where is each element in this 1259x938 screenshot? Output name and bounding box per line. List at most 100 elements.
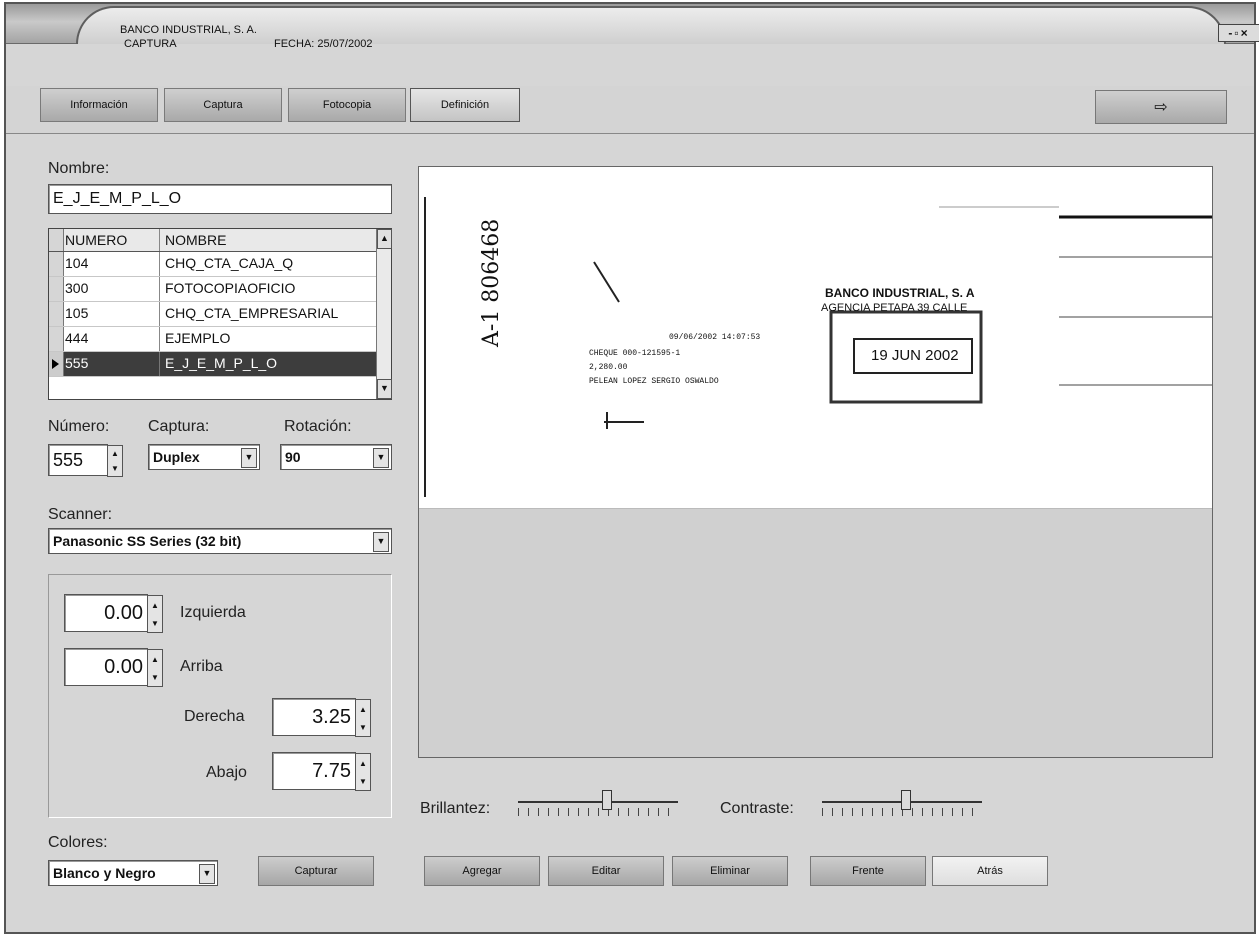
- captura-value: Duplex: [153, 449, 200, 465]
- screen-name: CAPTURA: [124, 38, 177, 50]
- table-row-selected[interactable]: 555 E_J_E_M_P_L_O: [49, 352, 379, 377]
- row-indicator: [49, 277, 64, 301]
- table-header: NUMERO NOMBRE: [49, 229, 379, 252]
- handwritten-number: A-1 806468: [479, 218, 504, 347]
- spin-up-icon[interactable]: ▲: [111, 449, 119, 458]
- tab-captura[interactable]: Captura: [164, 88, 282, 122]
- cell-numero: 300: [65, 280, 89, 296]
- table-row[interactable]: 104 CHQ_CTA_CAJA_Q: [49, 252, 379, 277]
- captura-select[interactable]: Duplex ▼: [148, 444, 260, 470]
- slider-thumb[interactable]: [602, 790, 612, 810]
- stamp-date: 19 JUN 2002: [871, 347, 959, 364]
- spin-up-icon[interactable]: ▲: [359, 705, 367, 714]
- rotacion-select[interactable]: 90 ▼: [280, 444, 392, 470]
- check-line-4: PELEAN LOPEZ SERGIO OSWALDO: [589, 377, 719, 386]
- abajo-value: 7.75: [312, 759, 351, 782]
- table-row[interactable]: 300 FOTOCOPIAOFICIO: [49, 277, 379, 302]
- check-line-1: 09/06/2002 14:07:53: [669, 333, 761, 342]
- brillantez-label: Brillantez:: [420, 800, 491, 817]
- eliminar-button[interactable]: Eliminar: [672, 856, 788, 886]
- agregar-button[interactable]: Agregar: [424, 856, 540, 886]
- cell-numero: 444: [65, 330, 89, 346]
- exit-icon: ⇨: [1154, 99, 1168, 116]
- capturar-button[interactable]: Capturar: [258, 856, 374, 886]
- row-indicator: [49, 229, 64, 251]
- cell-numero: 105: [65, 305, 89, 321]
- col-nombre[interactable]: NOMBRE: [165, 232, 226, 248]
- spin-up-icon[interactable]: ▲: [359, 759, 367, 768]
- derecha-label: Derecha: [184, 708, 245, 725]
- tab-definicion[interactable]: Definición: [410, 88, 520, 122]
- arriba-input[interactable]: 0.00 ▲ ▼: [64, 648, 163, 687]
- editar-button[interactable]: Editar: [548, 856, 664, 886]
- derecha-value: 3.25: [312, 705, 351, 728]
- scanner-label: Scanner:: [48, 506, 113, 523]
- table-row[interactable]: 444 EJEMPLO: [49, 327, 379, 352]
- slider-ticks: [518, 808, 678, 816]
- col-divider: [159, 302, 160, 326]
- contraste-slider[interactable]: [816, 788, 992, 822]
- row-indicator: [49, 327, 64, 351]
- spin-down-icon[interactable]: ▼: [111, 464, 119, 473]
- tab-informacion[interactable]: Información: [40, 88, 158, 122]
- row-pointer-icon: [49, 352, 64, 376]
- spin-down-icon[interactable]: ▼: [359, 777, 367, 786]
- slider-thumb[interactable]: [901, 790, 912, 810]
- contraste-label: Contraste:: [720, 800, 794, 817]
- izquierda-input[interactable]: 0.00 ▲ ▼: [64, 594, 163, 633]
- check-image: BANCO INDUSTRIAL, S. A AGENCIA PETAPA 39…: [419, 167, 1212, 509]
- cell-nombre: CHQ_CTA_EMPRESARIAL: [165, 305, 339, 321]
- title-bar: BANCO INDUSTRIAL, S. A. CAPTURA FECHA: 2…: [6, 4, 1259, 50]
- spin-down-icon[interactable]: ▼: [359, 723, 367, 732]
- derecha-input[interactable]: 3.25 ▲ ▼: [272, 698, 371, 737]
- abajo-input[interactable]: 7.75 ▲ ▼: [272, 752, 371, 791]
- spin-down-icon[interactable]: ▼: [151, 619, 159, 628]
- col-divider: [159, 277, 160, 301]
- rotacion-value: 90: [285, 449, 301, 465]
- exit-button[interactable]: ⇨: [1095, 90, 1227, 124]
- numero-value: 555: [53, 449, 84, 470]
- check-line-2: CHEQUE 000-121595-1: [589, 349, 681, 358]
- dropdown-arrow-icon[interactable]: ▼: [199, 864, 215, 884]
- row-indicator: [49, 302, 64, 326]
- dropdown-arrow-icon[interactable]: ▼: [373, 532, 389, 552]
- spin-up-icon[interactable]: ▲: [151, 655, 159, 664]
- scroll-down-icon[interactable]: ▼: [377, 379, 392, 399]
- triangle-right-icon: [52, 359, 59, 369]
- numero-label: Número:: [48, 418, 110, 435]
- abajo-label: Abajo: [206, 764, 247, 781]
- scanner-value: Panasonic SS Series (32 bit): [53, 533, 242, 549]
- dropdown-arrow-icon[interactable]: ▼: [373, 448, 389, 468]
- nombre-input[interactable]: E_J_E_M_P_L_O: [48, 184, 392, 214]
- izquierda-label: Izquierda: [180, 604, 246, 621]
- arriba-value: 0.00: [104, 655, 143, 678]
- arriba-label: Arriba: [180, 658, 223, 675]
- table-row[interactable]: 105 CHQ_CTA_EMPRESARIAL: [49, 302, 379, 327]
- window-controls[interactable]: -▫×: [1218, 24, 1259, 42]
- scanner-select[interactable]: Panasonic SS Series (32 bit) ▼: [48, 528, 392, 554]
- table-scrollbar[interactable]: ▲ ▼: [376, 229, 392, 399]
- derecha-spinner[interactable]: ▲ ▼: [355, 699, 371, 737]
- numero-input[interactable]: 555 ▲ ▼: [48, 444, 123, 477]
- numero-spinner[interactable]: ▲ ▼: [107, 445, 123, 477]
- brillantez-slider[interactable]: [512, 788, 688, 822]
- colores-value: Blanco y Negro: [53, 865, 156, 881]
- tab-fotocopia[interactable]: Fotocopia: [288, 88, 406, 122]
- spin-up-icon[interactable]: ▲: [151, 601, 159, 610]
- colores-select[interactable]: Blanco y Negro ▼: [48, 860, 218, 886]
- stamp-agency: AGENCIA PETAPA 39 CALLE: [821, 302, 968, 314]
- abajo-spinner[interactable]: ▲ ▼: [355, 753, 371, 791]
- rotacion-label: Rotación:: [284, 418, 352, 435]
- col-divider: [159, 229, 160, 251]
- row-indicator: [49, 252, 64, 276]
- dropdown-arrow-icon[interactable]: ▼: [241, 448, 257, 468]
- spin-down-icon[interactable]: ▼: [151, 673, 159, 682]
- col-numero[interactable]: NUMERO: [65, 232, 157, 248]
- izquierda-spinner[interactable]: ▲ ▼: [147, 595, 163, 633]
- atras-button[interactable]: Atrás: [932, 856, 1048, 886]
- frente-button[interactable]: Frente: [810, 856, 926, 886]
- scroll-up-icon[interactable]: ▲: [377, 229, 392, 249]
- arriba-spinner[interactable]: ▲ ▼: [147, 649, 163, 687]
- bank-name: BANCO INDUSTRIAL, S. A.: [120, 24, 257, 36]
- col-divider: [159, 327, 160, 351]
